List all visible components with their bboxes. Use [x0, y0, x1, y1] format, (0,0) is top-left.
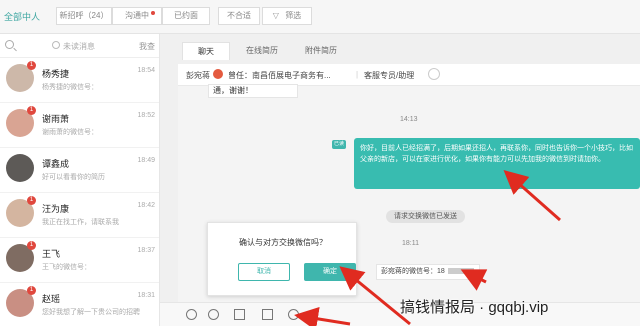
- unread-badge: 1: [27, 196, 36, 205]
- contact-name: 王飞: [42, 249, 61, 259]
- filter-bar: 全部中人 新招呼（24） 沟通中 已约面 不合适 ▽ 筛选: [0, 0, 640, 34]
- cancel-button[interactable]: 取消: [238, 263, 290, 281]
- timestamp: 18:11: [402, 240, 419, 247]
- phone-icon[interactable]: [262, 309, 273, 320]
- filter-button-label: 筛选: [285, 11, 302, 20]
- contact-name: 谢雨萧: [42, 114, 70, 124]
- tab-attachment-resume[interactable]: 附件简历: [296, 42, 346, 60]
- candidate-job-title: 客服专员/助理: [364, 71, 415, 80]
- message-time: 18:42: [137, 202, 155, 209]
- filter-communicating[interactable]: 沟通中: [112, 7, 162, 25]
- list-toolbar: 未读消息 我查: [0, 34, 159, 58]
- list-item[interactable]: 1 汪为康 18:42 我正在找工作，请联系我: [0, 193, 159, 238]
- wechat-number-text: 彭宛蒋的微信号：18: [381, 268, 445, 275]
- message-preview: 我正在找工作，请联系我: [42, 219, 119, 226]
- candidate-name: 彭宛蒋: [186, 71, 210, 80]
- list-item[interactable]: 1 赵瑶 18:31 您好我想了解一下贵公司的招聘: [0, 283, 159, 326]
- dialog-message: 确认与对方交换微信吗？: [239, 238, 327, 247]
- funnel-icon: ▽: [272, 11, 279, 20]
- filter-interview-scheduled[interactable]: 已约面: [162, 7, 210, 25]
- avatar: [6, 154, 34, 182]
- read-tag: 已读: [332, 140, 346, 149]
- filter-unsuitable[interactable]: 不合适: [218, 7, 260, 25]
- candidate-info-bar: 彭宛蒋 曾任：南昌佰展电子商务有... | 客服专员/助理: [178, 64, 640, 86]
- contact-name: 杨秀捷: [42, 69, 70, 79]
- message-preview: 谢雨萧的微信号：: [42, 129, 98, 136]
- unread-badge: 1: [27, 61, 36, 70]
- candidate-prev-company: 曾任：南昌佰展电子商务有...: [228, 71, 331, 80]
- unread-badge: 1: [27, 286, 36, 295]
- all-filter-label[interactable]: 全部中人: [4, 10, 40, 23]
- message-time: 18:49: [137, 157, 155, 164]
- search-icon[interactable]: [5, 40, 14, 49]
- candidate-badge-icon: [213, 69, 223, 79]
- conversation-list: 未读消息 我查 1 杨秀捷 18:54 杨秀捷的微信号： 1 谢雨萧 18:52 谢雨萧的微信…: [0, 34, 160, 326]
- unread-only-checkbox[interactable]: [52, 41, 60, 49]
- contact-name: 谭鑫成: [42, 159, 70, 169]
- list-item[interactable]: 1 谢雨萧 18:52 谢雨萧的微信号：: [0, 103, 159, 148]
- list-item[interactable]: 谭鑫成 18:49 好可以看看你的简历: [0, 148, 159, 193]
- redacted-mask: [447, 268, 474, 275]
- exchange-wechat-dialog: 确认与对方交换微信吗？ 取消 确定: [207, 222, 357, 296]
- message-time: 18:37: [137, 247, 155, 254]
- tab-chat[interactable]: 聊天: [182, 42, 230, 60]
- list-item[interactable]: 1 王飞 18:37 王飞的微信号：: [0, 238, 159, 283]
- message-preview: 您好我想了解一下贵公司的招聘: [42, 309, 140, 316]
- filter-communicating-label: 沟通中: [125, 11, 149, 20]
- sent-message: 你好，目前人已经招满了，后期如果还招人，再联系你，同时也告诉你一个小技巧，比如父…: [354, 138, 640, 189]
- chat-bubble-icon[interactable]: [428, 68, 440, 80]
- filter-button[interactable]: ▽ 筛选: [262, 7, 312, 25]
- wechat-number-message: 彭宛蒋的微信号：18: [376, 264, 480, 280]
- message-time: 18:52: [137, 112, 155, 119]
- message-preview: 杨秀捷的微信号：: [42, 84, 98, 91]
- tab-online-resume[interactable]: 在线简历: [240, 42, 284, 60]
- timestamp: 14:13: [400, 116, 418, 123]
- wechat-exchange-icon[interactable]: [288, 309, 299, 320]
- system-message: 请求交换微信已发送: [386, 210, 465, 223]
- unread-only-label: 未读消息: [63, 42, 95, 51]
- quick-reply-icon[interactable]: [208, 309, 219, 320]
- mine-filter-label[interactable]: 我查: [139, 41, 155, 52]
- divider: |: [356, 70, 359, 79]
- list-item[interactable]: 1 杨秀捷 18:54 杨秀捷的微信号：: [0, 58, 159, 103]
- resume-icon[interactable]: [234, 309, 245, 320]
- unread-badge: 1: [27, 106, 36, 115]
- emoji-icon[interactable]: [186, 309, 197, 320]
- filter-new-greetings[interactable]: 新招呼（24）: [56, 7, 112, 25]
- contact-name: 赵瑶: [42, 294, 61, 304]
- received-message: 通，谢谢！: [208, 84, 298, 98]
- unread-dot-icon: [151, 11, 155, 15]
- message-time: 18:54: [137, 67, 155, 74]
- watermark: 搞钱情报局 · gqqbj.vip: [400, 299, 549, 316]
- message-time: 18:31: [137, 292, 155, 299]
- unread-badge: 1: [27, 241, 36, 250]
- message-preview: 王飞的微信号：: [42, 264, 91, 271]
- confirm-button[interactable]: 确定: [304, 263, 356, 281]
- message-preview: 好可以看看你的简历: [42, 174, 105, 181]
- contact-name: 汪为康: [42, 204, 70, 214]
